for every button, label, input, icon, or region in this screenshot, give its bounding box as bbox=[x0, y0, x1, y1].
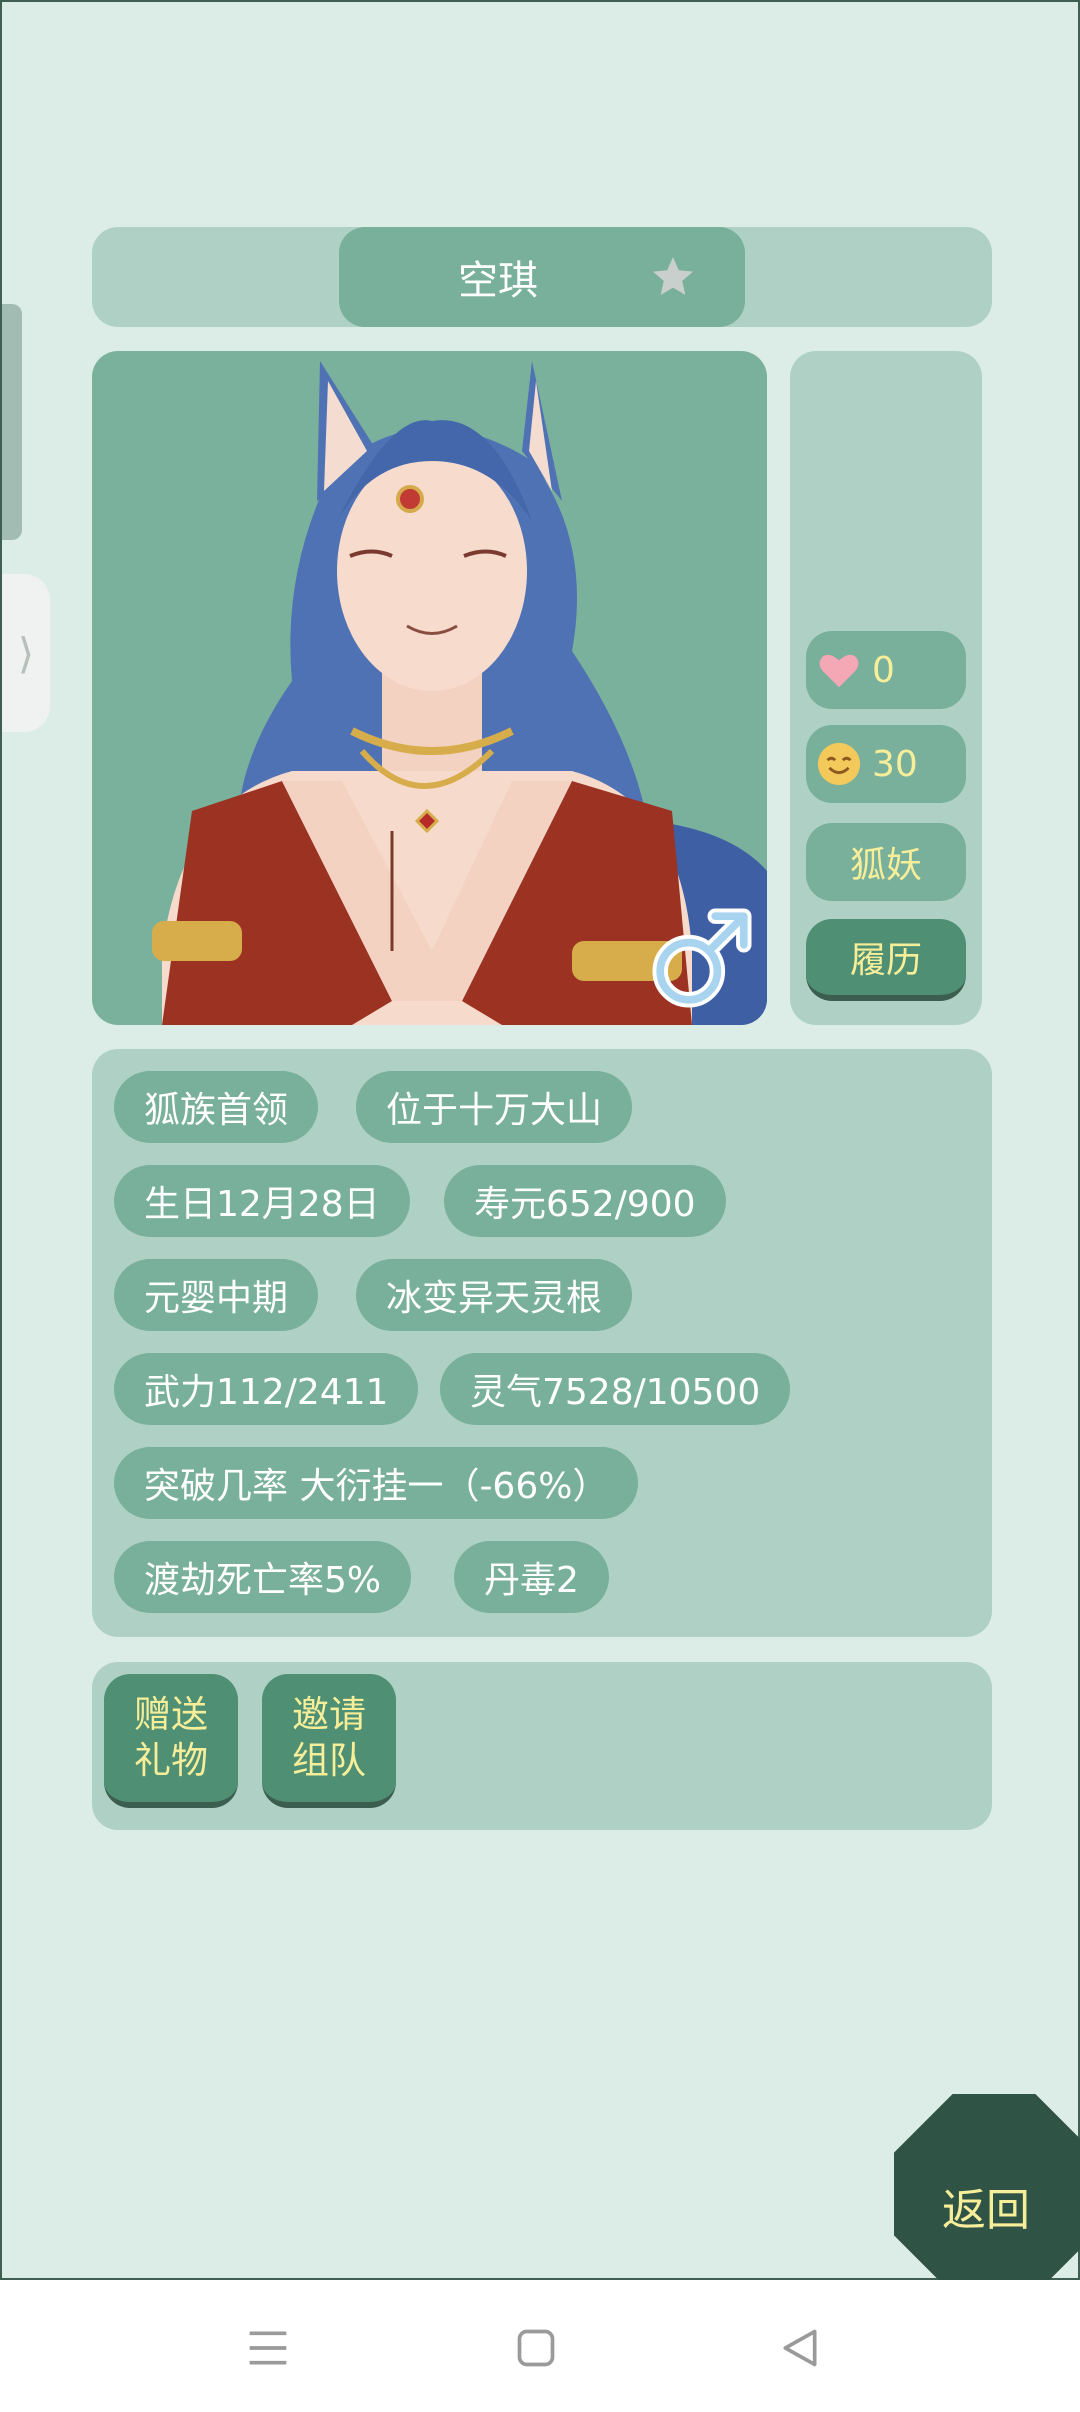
return-button[interactable]: 返回 bbox=[894, 2094, 1080, 2280]
character-name: 空琪 bbox=[458, 258, 538, 304]
tag-root: 冰变异天灵根 bbox=[356, 1259, 633, 1331]
gift-label-line2: 礼物 bbox=[134, 1739, 208, 1782]
side-panel: 0 30 狐妖 履历 bbox=[790, 351, 982, 1025]
home-square-icon[interactable] bbox=[514, 2326, 558, 2370]
tag-realm: 元婴中期 bbox=[114, 1259, 319, 1331]
system-nav-bar bbox=[0, 2280, 1080, 2412]
favor-stat: 0 bbox=[806, 631, 966, 709]
info-panel: 狐族首领 位于十万大山 生日12月28日 寿元652/900 元婴中期 冰变异天… bbox=[92, 1049, 992, 1637]
heart-icon bbox=[819, 654, 859, 688]
tag-birthday: 生日12月28日 bbox=[114, 1165, 410, 1237]
tag-qi: 灵气7528/10500 bbox=[440, 1353, 791, 1425]
name-pill: 空琪 bbox=[339, 227, 745, 327]
tag-title: 狐族首领 bbox=[114, 1071, 319, 1143]
tag-poison: 丹毒2 bbox=[454, 1541, 609, 1613]
chevron-right-icon: ⟩ bbox=[17, 628, 35, 678]
edge-tab[interactable] bbox=[2, 304, 22, 540]
star-icon[interactable] bbox=[649, 253, 697, 301]
favor-value: 0 bbox=[872, 649, 895, 691]
drawer-handle[interactable]: ⟩ bbox=[2, 574, 50, 732]
resume-button[interactable]: 履历 bbox=[806, 919, 966, 1001]
back-triangle-icon[interactable] bbox=[778, 2326, 822, 2370]
app-screen: ⟩ 空琪 0 30 狐妖 履历 狐族首领 位于十万大山 生日12月28日 寿元6… bbox=[0, 0, 1080, 2280]
return-label: 返回 bbox=[942, 2185, 1030, 2236]
smile-icon bbox=[817, 742, 861, 786]
mood-value: 30 bbox=[872, 743, 918, 785]
tag-breakthrough: 突破几率 大衍挂一（-66%） bbox=[114, 1447, 639, 1519]
tag-tribulation: 渡劫死亡率5% bbox=[114, 1541, 412, 1613]
gift-label-line1: 赠送 bbox=[134, 1693, 208, 1736]
title-bar: 空琪 bbox=[92, 227, 992, 327]
gift-button[interactable]: 赠送 礼物 bbox=[104, 1674, 238, 1808]
race-badge: 狐妖 bbox=[806, 823, 966, 901]
male-icon bbox=[652, 908, 752, 1008]
character-portrait bbox=[92, 351, 767, 1025]
tag-lifespan: 寿元652/900 bbox=[444, 1165, 726, 1237]
mood-stat: 30 bbox=[806, 725, 966, 803]
invite-team-button[interactable]: 邀请 组队 bbox=[262, 1674, 396, 1808]
tag-force: 武力112/2411 bbox=[114, 1353, 419, 1425]
tag-location: 位于十万大山 bbox=[356, 1071, 633, 1143]
invite-label-line2: 组队 bbox=[292, 1739, 366, 1782]
actions-panel: 赠送 礼物 邀请 组队 bbox=[92, 1662, 992, 1830]
menu-icon[interactable] bbox=[246, 2326, 290, 2370]
invite-label-line1: 邀请 bbox=[292, 1693, 366, 1736]
